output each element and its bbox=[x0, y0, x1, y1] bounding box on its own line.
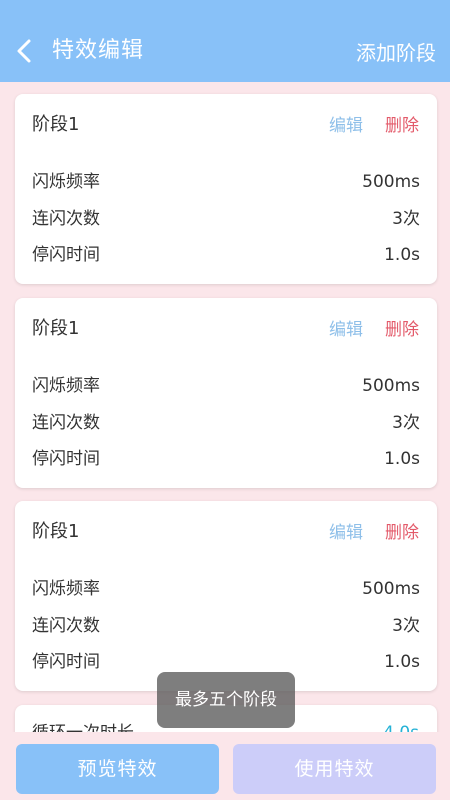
pause-time-row: 停闪时间 1.0s bbox=[32, 445, 420, 473]
flash-count-label: 连闪次数 bbox=[32, 413, 100, 433]
flash-frequency-row: 闪烁频率 500ms bbox=[32, 168, 420, 196]
loop-duration-label: 循环一次时长 bbox=[32, 719, 134, 732]
stage-card: 阶段1 编辑 删除 闪烁频率 500ms 连闪次数 3次 停闪时间 1.0s bbox=[15, 501, 437, 691]
flash-count-value: 3次 bbox=[392, 413, 420, 433]
flash-frequency-value: 500ms bbox=[362, 579, 420, 599]
toast-message: 最多五个阶段 bbox=[157, 672, 295, 728]
effect-edit-screen: 特效编辑 添加阶段 阶段1 编辑 删除 闪烁频率 500ms 连闪次数 3次 停… bbox=[0, 0, 450, 800]
delete-stage-button[interactable]: 删除 bbox=[385, 520, 419, 546]
preview-effect-button[interactable]: 预览特效 bbox=[16, 744, 219, 794]
flash-count-value: 3次 bbox=[392, 209, 420, 229]
add-stage-button[interactable]: 添加阶段 bbox=[356, 38, 436, 68]
flash-count-label: 连闪次数 bbox=[32, 209, 100, 229]
pause-time-label: 停闪时间 bbox=[32, 652, 100, 672]
pause-time-row: 停闪时间 1.0s bbox=[32, 241, 420, 269]
pause-time-label: 停闪时间 bbox=[32, 245, 100, 265]
flash-frequency-label: 闪烁频率 bbox=[32, 579, 100, 599]
stage-title: 阶段1 bbox=[32, 521, 80, 542]
loop-duration-value: 4.0s bbox=[383, 719, 419, 732]
flash-frequency-row: 闪烁频率 500ms bbox=[32, 372, 420, 400]
delete-stage-button[interactable]: 删除 bbox=[385, 113, 419, 139]
flash-frequency-value: 500ms bbox=[362, 172, 420, 192]
stage-title: 阶段1 bbox=[32, 318, 80, 339]
pause-time-value: 1.0s bbox=[384, 652, 420, 672]
page-title: 特效编辑 bbox=[52, 38, 145, 63]
flash-count-value: 3次 bbox=[392, 616, 420, 636]
flash-count-row: 连闪次数 3次 bbox=[32, 612, 420, 640]
stage-title: 阶段1 bbox=[32, 114, 80, 135]
stage-list[interactable]: 阶段1 编辑 删除 闪烁频率 500ms 连闪次数 3次 停闪时间 1.0s 阶… bbox=[0, 82, 450, 732]
edit-stage-button[interactable]: 编辑 bbox=[329, 317, 363, 343]
use-effect-button[interactable]: 使用特效 bbox=[233, 744, 436, 794]
edit-stage-button[interactable]: 编辑 bbox=[329, 113, 363, 139]
flash-count-row: 连闪次数 3次 bbox=[32, 205, 420, 233]
edit-stage-button[interactable]: 编辑 bbox=[329, 520, 363, 546]
pause-time-value: 1.0s bbox=[384, 245, 420, 265]
stage-card: 阶段1 编辑 删除 闪烁频率 500ms 连闪次数 3次 停闪时间 1.0s bbox=[15, 94, 437, 284]
pause-time-value: 1.0s bbox=[384, 449, 420, 469]
flash-frequency-label: 闪烁频率 bbox=[32, 376, 100, 396]
pause-time-label: 停闪时间 bbox=[32, 449, 100, 469]
delete-stage-button[interactable]: 删除 bbox=[385, 317, 419, 343]
back-arrow-icon[interactable] bbox=[14, 36, 36, 66]
stage-card: 阶段1 编辑 删除 闪烁频率 500ms 连闪次数 3次 停闪时间 1.0s bbox=[15, 298, 437, 488]
flash-frequency-row: 闪烁频率 500ms bbox=[32, 575, 420, 603]
flash-frequency-value: 500ms bbox=[362, 376, 420, 396]
flash-count-row: 连闪次数 3次 bbox=[32, 409, 420, 437]
flash-frequency-label: 闪烁频率 bbox=[32, 172, 100, 192]
top-app-bar: 特效编辑 添加阶段 bbox=[0, 0, 450, 82]
bottom-action-bar: 预览特效 使用特效 bbox=[0, 732, 450, 800]
flash-count-label: 连闪次数 bbox=[32, 616, 100, 636]
